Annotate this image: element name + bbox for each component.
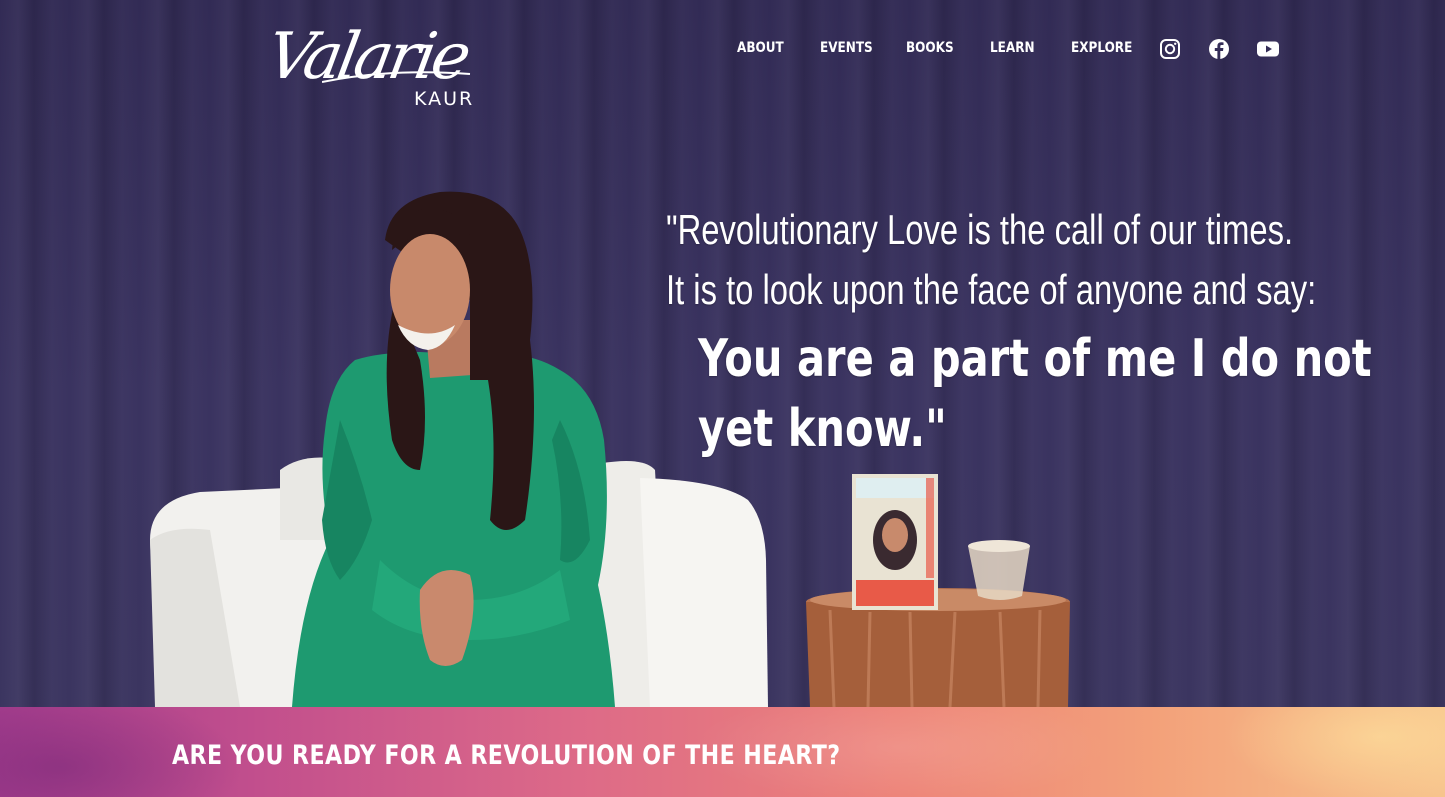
quote-emphasis-2: yet know." [698,399,947,459]
nav-books[interactable]: BOOKS [906,40,954,56]
nav-explore[interactable]: EXPLORE [1071,40,1132,56]
hero-quote: "Revolutionary Love is the call of our t… [666,200,1445,464]
facebook-icon[interactable] [1208,38,1230,60]
armchair [150,457,768,707]
nav-about[interactable]: ABOUT [737,40,784,56]
book [852,474,938,610]
cta-banner: ARE YOU READY FOR A REVOLUTION OF THE HE… [0,707,1445,797]
water-glass [968,540,1030,600]
side-table [806,588,1070,707]
quote-emphasis-1: You are a part of me I do not [698,329,1372,389]
banner-heading: ARE YOU READY FOR A REVOLUTION OF THE HE… [172,740,841,771]
instagram-icon[interactable] [1159,38,1181,60]
site-logo[interactable]: Valarie KAUR [261,0,477,120]
nav-learn[interactable]: LEARN [990,40,1035,56]
nav-events[interactable]: EVENTS [820,40,873,56]
hero-section: Valarie KAUR ABOUT EVENTS BOOKS LEARN EX… [0,0,1445,707]
quote-line-2: It is to look upon the face of anyone an… [666,266,1317,313]
youtube-icon[interactable] [1257,38,1279,60]
logo-surname: KAUR [414,88,475,110]
quote-line-1: "Revolutionary Love is the call of our t… [666,206,1294,253]
person [292,191,615,707]
